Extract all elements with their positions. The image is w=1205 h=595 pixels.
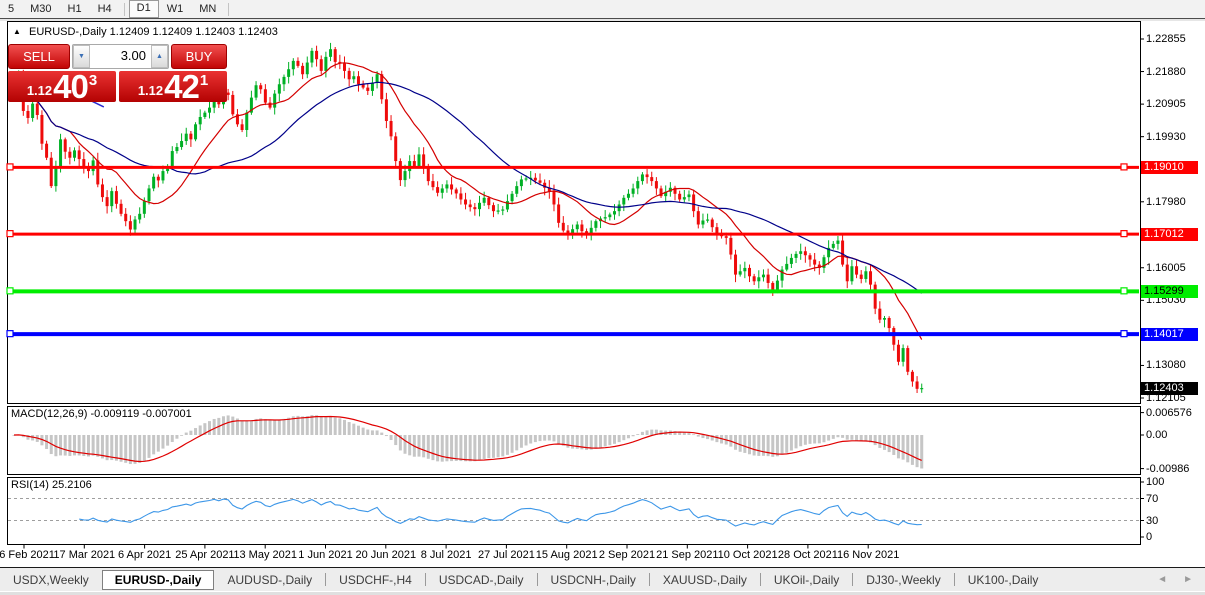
rsi-indicator-label: RSI(14) 25.2106 [11, 479, 92, 491]
y-axis-label: 1.16005 [1146, 262, 1186, 274]
x-axis-label: 13 May 2021 [233, 549, 297, 561]
symbol-tabbar: USDX,WeeklyEURUSD-,DailyAUDUSD-,DailyUSD… [0, 567, 1205, 591]
ma-slow-line [14, 79, 922, 293]
hline-handle[interactable] [7, 164, 13, 170]
macd-axis-label: 0.00 [1146, 429, 1167, 441]
volume-increase-button[interactable]: ▲ [151, 45, 168, 68]
x-axis-label: 16 Nov 2021 [837, 549, 899, 561]
x-axis-label: 8 Jul 2021 [421, 549, 472, 561]
tab-ukoil-daily[interactable]: UKOil-,Daily [761, 570, 852, 590]
volume-decrease-button[interactable]: ▼ [73, 45, 90, 68]
tab-audusd-daily[interactable]: AUDUSD-,Daily [214, 570, 325, 590]
x-axis-label: 2 Sep 2021 [599, 549, 655, 561]
price-level-badge: 1.19010 [1141, 161, 1198, 174]
one-click-trade-panel: SELL ▼ 3.00 ▲ BUY 1.12 40 3 1.12 42 1 [8, 44, 227, 102]
hline-handle[interactable] [7, 288, 13, 294]
y-axis-label: 1.17980 [1146, 196, 1186, 208]
macd-axis-label: -0.00986 [1146, 463, 1189, 475]
chart-title-ohlc: 1.12409 1.12409 1.12403 1.12403 [110, 26, 278, 38]
chart-title-symbol: EURUSD-,Daily [29, 26, 107, 38]
ma-fast-line [14, 63, 922, 340]
ask-price-head: 1.12 [138, 83, 163, 98]
price-level-badge: 1.17012 [1141, 228, 1198, 241]
price-level-badge: 1.14017 [1141, 328, 1198, 341]
pane-border [8, 478, 1141, 545]
x-axis-label: 27 Jul 2021 [478, 549, 535, 561]
x-axis-label: 21 Sep 2021 [656, 549, 718, 561]
bid-price-sup: 3 [89, 72, 97, 89]
bid-price-big: 40 [53, 73, 88, 101]
buy-button[interactable]: BUY [171, 44, 227, 69]
sell-button[interactable]: SELL [8, 44, 70, 69]
tab-dj30-weekly[interactable]: DJ30-,Weekly [853, 570, 953, 590]
tab-usdcad-daily[interactable]: USDCAD-,Daily [426, 570, 537, 590]
hline-handle[interactable] [1121, 288, 1127, 294]
hline-handle[interactable] [7, 331, 13, 337]
hline-handle[interactable] [1121, 331, 1127, 337]
x-axis-label: 17 Mar 2021 [53, 549, 115, 561]
tab-eurusd-daily[interactable]: EURUSD-,Daily [102, 570, 215, 590]
rsi-axis-label: 0 [1146, 531, 1152, 543]
x-axis-label: 6 Apr 2021 [118, 549, 171, 561]
macd-indicator-label: MACD(12,26,9) -0.009119 -0.007001 [11, 408, 192, 420]
tab-uk100-daily[interactable]: UK100-,Daily [955, 570, 1052, 590]
y-axis-label: 1.21880 [1146, 66, 1186, 78]
hline-handle[interactable] [1121, 231, 1127, 237]
tabs-scroll-right-icon[interactable]: ► [1183, 574, 1193, 585]
ask-price-display[interactable]: 1.12 42 1 [119, 71, 227, 102]
x-axis-label: 15 Aug 2021 [536, 549, 598, 561]
x-axis-label: 25 Apr 2021 [175, 549, 234, 561]
x-axis-label: 1 Jun 2021 [298, 549, 352, 561]
tab-usdcnh-daily[interactable]: USDCNH-,Daily [538, 570, 649, 590]
y-axis-label: 1.19930 [1146, 131, 1186, 143]
chart-title: ▲ EURUSD-,Daily 1.12409 1.12409 1.12403 … [13, 26, 278, 38]
ask-price-sup: 1 [200, 72, 208, 89]
x-axis-label: 10 Oct 2021 [718, 549, 778, 561]
x-axis-label: 28 Oct 2021 [778, 549, 838, 561]
collapse-icon[interactable]: ▲ [13, 27, 21, 36]
rsi-axis-label: 30 [1146, 515, 1158, 527]
y-axis-label: 1.22855 [1146, 33, 1186, 45]
x-axis-label: 20 Jun 2021 [356, 549, 417, 561]
volume-group: ▼ 3.00 ▲ [72, 44, 169, 69]
tabs-scroll-left-icon[interactable]: ◄ [1157, 574, 1167, 585]
y-axis-label: 1.20905 [1146, 98, 1186, 110]
bid-price-display[interactable]: 1.12 40 3 [8, 71, 116, 102]
bid-price-head: 1.12 [27, 83, 52, 98]
hline-handle[interactable] [1121, 164, 1127, 170]
current-price-badge: 1.12403 [1141, 382, 1198, 395]
tab-xauusd-daily[interactable]: XAUUSD-,Daily [650, 570, 760, 590]
hline-handle[interactable] [7, 231, 13, 237]
macd-axis-label: 0.006576 [1146, 407, 1192, 419]
rsi-line [79, 499, 922, 526]
tab-usdchf-h4[interactable]: USDCHF-,H4 [326, 570, 425, 590]
rsi-axis-label: 70 [1146, 493, 1158, 505]
rsi-axis-label: 100 [1146, 476, 1164, 488]
volume-input[interactable]: 3.00 [90, 45, 151, 68]
ask-price-big: 42 [164, 73, 199, 101]
price-level-badge: 1.15299 [1141, 285, 1198, 298]
y-axis-label: 1.13080 [1146, 359, 1186, 371]
tab-usdx-weekly[interactable]: USDX,Weekly [0, 570, 102, 590]
x-axis-label: 26 Feb 2021 [0, 549, 55, 561]
